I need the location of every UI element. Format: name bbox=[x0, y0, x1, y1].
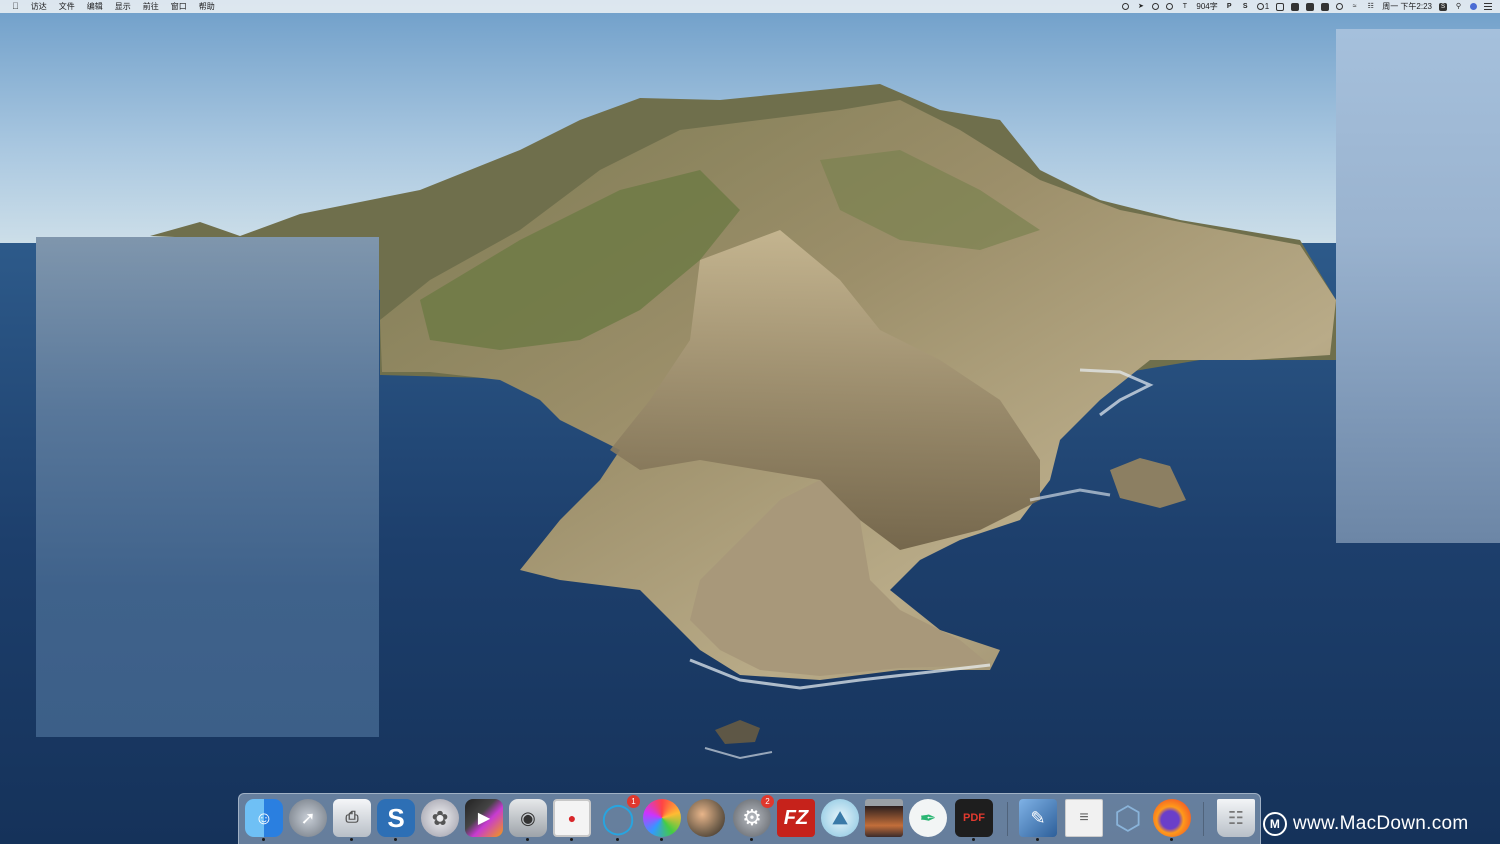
dock-app-planet[interactable] bbox=[687, 799, 725, 837]
running-indicator bbox=[350, 838, 353, 841]
app-menu-icon[interactable] bbox=[1291, 2, 1300, 11]
menu-item-edit[interactable]: 编辑 bbox=[87, 0, 103, 13]
trash-icon: ☷ bbox=[1217, 799, 1255, 837]
running-indicator bbox=[1036, 838, 1039, 841]
dock-app-robot[interactable]: ◉ bbox=[509, 799, 547, 841]
s-icon: S bbox=[377, 799, 415, 837]
menu-bar-left:  访达 文件 编辑 显示 前往 窗口 帮助 bbox=[12, 0, 215, 13]
running-indicator bbox=[262, 838, 265, 841]
text-tool-icon[interactable]: T bbox=[1180, 3, 1189, 11]
dock-app-printer[interactable]: ⎙ bbox=[333, 799, 371, 841]
running-indicator bbox=[570, 838, 573, 841]
watermark: M www.MacDown.com bbox=[1263, 810, 1469, 838]
dock-app-filezilla[interactable]: FZ bbox=[777, 799, 815, 837]
pdf-icon: PDF bbox=[955, 799, 993, 837]
macdown-logo-icon: M bbox=[1263, 812, 1287, 836]
s-app-icon[interactable]: S bbox=[1439, 2, 1447, 11]
pen-icon: ✒ bbox=[909, 799, 947, 837]
time-machine-icon[interactable] bbox=[1336, 3, 1344, 10]
notification-badge: 2 bbox=[761, 795, 774, 808]
running-indicator bbox=[1170, 838, 1173, 841]
running-indicator bbox=[526, 838, 529, 841]
menu-item-file[interactable]: 文件 bbox=[59, 0, 75, 13]
dock-app-pdf-to-image[interactable]: PDF bbox=[955, 799, 993, 841]
dock-app-launchpad[interactable]: ➚ bbox=[289, 799, 327, 837]
dock-app-system-preferences[interactable]: ⚙ 2 bbox=[733, 795, 774, 841]
menu-bar:  访达 文件 编辑 显示 前往 窗口 帮助 ➤ T 904字 P S 1 ≈ … bbox=[0, 0, 1500, 13]
dock-app-finder[interactable]: ☺ bbox=[245, 799, 283, 841]
shield-icon[interactable] bbox=[1152, 3, 1160, 10]
s-icon[interactable]: S bbox=[1241, 3, 1250, 11]
at-sign-icon[interactable] bbox=[1166, 3, 1174, 10]
robot-icon: ◉ bbox=[509, 799, 547, 837]
location-arrow-icon[interactable]: ➤ bbox=[1136, 3, 1145, 11]
dock-separator bbox=[1007, 802, 1008, 836]
menu-item-go[interactable]: 前往 bbox=[143, 0, 159, 13]
watermark-text: www.MacDown.com bbox=[1293, 813, 1469, 834]
spotlight-search-icon[interactable]: ⚲ bbox=[1454, 3, 1463, 11]
dock-app-screen-recorder[interactable]: ● bbox=[553, 799, 591, 841]
rocket-icon: ➚ bbox=[289, 799, 327, 837]
running-indicator bbox=[394, 838, 397, 841]
blurred-window-right bbox=[1336, 29, 1500, 543]
blueprint-icon: ✎ bbox=[1019, 799, 1057, 837]
notification-center-icon[interactable] bbox=[1484, 3, 1492, 10]
dock-app-pen[interactable]: ✒ bbox=[909, 799, 947, 837]
dock-separator bbox=[1203, 802, 1204, 836]
notification-count: 1 bbox=[1264, 2, 1270, 11]
menu-item-finder[interactable]: 访达 bbox=[31, 0, 47, 13]
dock-app-textedit[interactable]: ≡ bbox=[1065, 799, 1103, 837]
film-reel-icon: ✿ bbox=[421, 799, 459, 837]
photo-icon: ⛰ bbox=[821, 799, 859, 837]
grid-icon[interactable] bbox=[1321, 2, 1330, 11]
siri-icon[interactable] bbox=[1470, 3, 1477, 10]
p-icon[interactable]: P bbox=[1225, 3, 1234, 11]
clapper-icon: ▶ bbox=[465, 799, 503, 837]
word-count-status[interactable]: 904字 bbox=[1196, 0, 1217, 13]
finder-icon: ☺ bbox=[245, 799, 283, 837]
dock-app-blueprint[interactable]: ✎ bbox=[1019, 799, 1057, 841]
menu-item-window[interactable]: 窗口 bbox=[171, 0, 187, 13]
wifi-icon[interactable]: ≈ bbox=[1350, 3, 1359, 11]
running-indicator bbox=[972, 838, 975, 841]
dock-app-hexagon[interactable]: ⬡ bbox=[1109, 799, 1147, 837]
blurred-window-left bbox=[36, 237, 379, 737]
keyboard-icon[interactable]: ☷ bbox=[1366, 3, 1375, 11]
notification-badge: 1 bbox=[627, 795, 640, 808]
window-icon[interactable] bbox=[1276, 2, 1285, 11]
dock-app-color-wheel[interactable] bbox=[643, 799, 681, 841]
dock-app-mindnode[interactable]: ◯ 1 bbox=[599, 795, 640, 841]
menu-bar-clock[interactable]: 周一 下午2:23 bbox=[1382, 0, 1432, 13]
filezilla-icon: FZ bbox=[777, 799, 815, 837]
running-indicator bbox=[616, 838, 619, 841]
dock: ☺ ➚ ⎙ S ✿ ▶ ◉ ● ◯ 1 ⚙ 2 FZ ⛰ ✒ PDF ✎ ≡ ⬡… bbox=[238, 793, 1261, 844]
menu-bar-status-area: ➤ T 904字 P S 1 ≈ ☷ 周一 下午2:23 S ⚲ bbox=[1122, 0, 1492, 13]
eye-icon[interactable] bbox=[1122, 3, 1130, 10]
dock-app-motion[interactable]: ✿ bbox=[421, 799, 459, 837]
document-icon: ≡ bbox=[1065, 799, 1103, 837]
dock-app-image-viewer[interactable]: ⛰ bbox=[821, 799, 859, 837]
colorwheel-icon bbox=[643, 799, 681, 837]
chat-bubble-icon[interactable] bbox=[1256, 3, 1264, 10]
dock-app-scrivener[interactable]: S bbox=[377, 799, 415, 841]
dock-app-photo-slideshow[interactable] bbox=[865, 799, 903, 837]
phone-icon[interactable] bbox=[1306, 2, 1315, 11]
apple-menu-icon[interactable]:  bbox=[12, 0, 19, 13]
running-indicator bbox=[750, 838, 753, 841]
dock-app-final-cut-pro[interactable]: ▶ bbox=[465, 799, 503, 837]
photo-frame-icon bbox=[865, 799, 903, 837]
hexagon-icon: ⬡ bbox=[1114, 800, 1142, 836]
planet-icon bbox=[687, 799, 725, 837]
dock-app-firefox[interactable] bbox=[1153, 799, 1191, 841]
firefox-icon bbox=[1153, 799, 1191, 837]
record-icon: ● bbox=[553, 799, 591, 837]
menu-item-view[interactable]: 显示 bbox=[115, 0, 131, 13]
printer-icon: ⎙ bbox=[333, 799, 371, 837]
dock-app-trash[interactable]: ☷ bbox=[1217, 799, 1255, 837]
menu-item-help[interactable]: 帮助 bbox=[199, 0, 215, 13]
running-indicator bbox=[660, 838, 663, 841]
